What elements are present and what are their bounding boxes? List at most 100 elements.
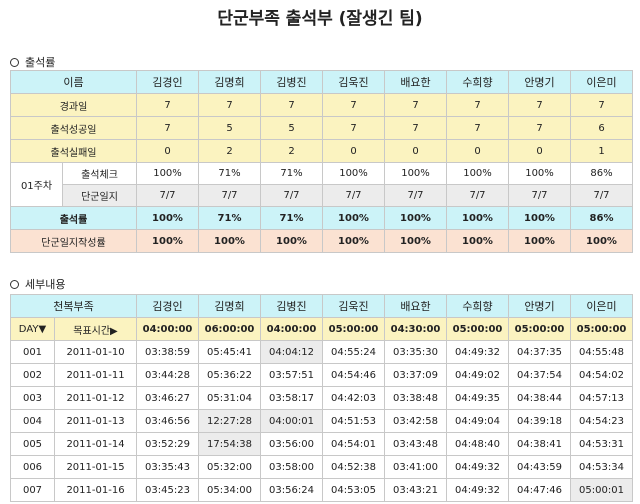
attendance-value: 7 [384,93,447,117]
wake-time: 04:49:04 [446,409,509,433]
tribe-header: 천복부족 [10,294,137,318]
week-row: 01주차 출석체크 100% 71% 71% 100% 100% 100% 100% 86% [10,162,633,207]
attendance-value: 7 [198,93,261,117]
attendance-value: 7 [260,93,323,117]
row-label: 경과일 [10,93,137,117]
journal-value: 100% [260,229,323,253]
page-title: 단군부족 출석부 (잘생긴 팀) [217,9,423,29]
wake-time: 03:35:43 [136,455,199,479]
detail-row: 005 2011-01-14 03:52:29 17:54:38 03:56:00 04:… [10,432,633,456]
wake-time: 04:49:35 [446,386,509,410]
member-name-header: 김경인 [136,70,199,94]
day-header: DAY▼ [10,317,55,341]
name-column-header: 이름 [10,70,137,94]
row-label: 출석실패일 [10,139,137,163]
wake-time: 03:44:28 [136,363,199,387]
rate-value: 100% [322,206,385,230]
target-time: 05:00:00 [446,317,509,341]
journal-value: 100% [570,229,633,253]
attendance-value: 1 [570,139,633,163]
wake-time: 03:38:59 [136,340,199,364]
day-number: 001 [10,340,55,364]
member-name-header: 배요한 [384,294,447,318]
day-number: 005 [10,432,55,456]
member-name-header: 김명희 [198,294,261,318]
wake-time: 04:39:18 [508,409,571,433]
week-value: 7/7 [508,184,571,207]
week-value: 71% [198,162,261,185]
wake-time: 03:56:24 [260,478,323,502]
wake-time: 03:58:00 [260,455,323,479]
week-value: 7/7 [384,184,447,207]
wake-time: 03:52:29 [136,432,199,456]
week-value: 100% [322,162,385,185]
wake-time: 04:38:44 [508,386,571,410]
week-row-label: 출석체크 [62,162,137,185]
day-number: 003 [10,386,55,410]
journal-value: 100% [508,229,571,253]
wake-time: 04:48:40 [446,432,509,456]
day-number: 006 [10,455,55,479]
rate-row: 출석률 100% 71% 71% 100% 100% 100% 100% 86% [10,206,633,230]
wake-time: 03:57:51 [260,363,323,387]
date-cell: 2011-01-12 [54,386,137,410]
attendance-value: 7 [384,116,447,140]
week-value: 100% [384,162,447,185]
date-cell: 2011-01-15 [54,455,137,479]
journal-value: 100% [136,229,199,253]
week-value: 7/7 [570,184,633,207]
target-time: 04:30:00 [384,317,447,341]
wake-time: 05:45:41 [198,340,261,364]
attendance-value: 7 [446,93,509,117]
wake-time: 04:49:32 [446,478,509,502]
target-row: DAY▼ 목표시간▶ 04:00:00 06:00:00 04:00:00 05:00:0… [10,317,633,341]
target-time: 05:00:00 [322,317,385,341]
week-value: 100% [136,162,199,185]
wake-time: 04:55:24 [322,340,385,364]
wake-time: 03:46:56 [136,409,199,433]
attendance-value: 7 [508,93,571,117]
week-row-label: 단군일지 [62,184,137,207]
date-cell: 2011-01-13 [54,409,137,433]
section-details-heading: 세부내용 [10,276,65,292]
wake-time: 03:46:27 [136,386,199,410]
wake-time: 04:37:35 [508,340,571,364]
section-attendance-label: 출석률 [25,56,56,69]
wake-time: 04:57:13 [570,386,633,410]
attendance-value: 7 [570,93,633,117]
attendance-value: 0 [508,139,571,163]
circle-bullet-icon [10,57,19,67]
week-value: 100% [508,162,571,185]
wake-time: 03:56:00 [260,432,323,456]
week-value: 7/7 [136,184,199,207]
rate-value: 100% [446,206,509,230]
journal-value: 100% [446,229,509,253]
wake-time: 05:00:01 [570,478,633,502]
attendance-value: 7 [322,93,385,117]
wake-time: 04:37:54 [508,363,571,387]
wake-time: 04:38:41 [508,432,571,456]
section-details-label: 세부내용 [25,278,66,291]
member-name-header: 이은미 [570,70,633,94]
date-cell: 2011-01-14 [54,432,137,456]
week-label: 01주차 [10,162,63,207]
wake-time: 03:38:48 [384,386,447,410]
date-cell: 2011-01-16 [54,478,137,502]
detail-row: 002 2011-01-11 03:44:28 05:36:22 03:57:51 04:… [10,363,633,387]
target-time: 05:00:00 [570,317,633,341]
wake-time: 03:37:09 [384,363,447,387]
member-name-header: 배요한 [384,70,447,94]
attendance-value: 0 [446,139,509,163]
target-time: 04:00:00 [136,317,199,341]
rate-value: 100% [384,206,447,230]
attendance-table: 이름 김경인 김명희 김병진 김욱진 배요한 수희향 안명기 이은미 경과일 7 7 7 7 7 7 7 7 출석성… [10,70,633,253]
wake-time: 04:47:46 [508,478,571,502]
day-number: 002 [10,363,55,387]
wake-time: 04:43:59 [508,455,571,479]
journal-value: 100% [322,229,385,253]
wake-time: 04:55:48 [570,340,633,364]
wake-time: 04:49:32 [446,340,509,364]
attendance-value: 7 [136,116,199,140]
member-name-header: 안명기 [508,294,571,318]
member-name-header: 이은미 [570,294,633,318]
